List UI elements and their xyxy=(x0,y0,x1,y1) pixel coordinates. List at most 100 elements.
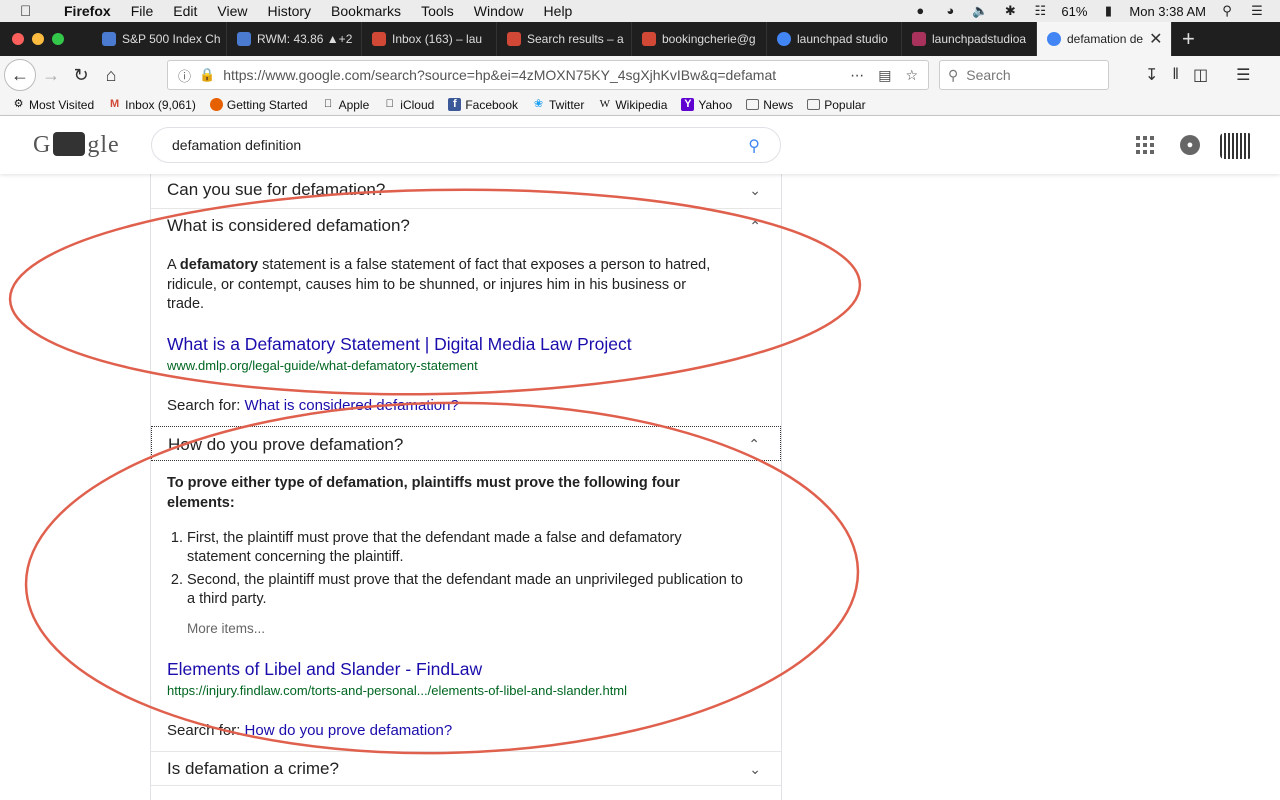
close-window-button[interactable] xyxy=(12,33,24,45)
library-icon[interactable]: ‖ xyxy=(1172,66,1179,84)
tab-inbox[interactable]: Inbox (163) – lau xyxy=(362,22,497,56)
folder-icon xyxy=(746,99,760,110)
minimize-window-button[interactable] xyxy=(32,33,44,45)
secure-lock-icon: 🔒 xyxy=(199,67,216,82)
chevron-up-icon[interactable]: ⌃ xyxy=(748,427,760,462)
creative-cloud-icon[interactable]: ● xyxy=(911,4,929,18)
menu-extras: ● ◕ 🔈 ✱ ☷ 61% ▮ Mon 3:38 AM ⚲ ☰ xyxy=(911,0,1280,22)
clock[interactable]: Mon 3:38 AM xyxy=(1129,4,1206,19)
menu-history[interactable]: History xyxy=(257,3,321,19)
search-icon: ⚲ xyxy=(948,66,959,83)
google-search-input[interactable]: defamation definition ⚲ xyxy=(151,127,781,163)
menu-view[interactable]: View xyxy=(207,3,257,19)
result-url: https://injury.findlaw.com/torts-and-per… xyxy=(167,683,628,698)
bookmark-label: Twitter xyxy=(549,97,585,112)
google-doodle-logo[interactable]: Ggle xyxy=(33,132,120,159)
time-machine-icon[interactable]: ◕ xyxy=(941,4,959,18)
chevron-down-icon[interactable]: ⌄ xyxy=(749,174,761,208)
question-defamation-crime[interactable]: Is defamation a crime? ⌄ xyxy=(151,751,781,785)
app-menu[interactable]: Firefox xyxy=(54,3,121,19)
bookmark-label: Facebook xyxy=(465,97,519,112)
bookmark-label: News xyxy=(763,97,794,112)
bookmark-star-icon[interactable]: ☆ xyxy=(905,67,918,84)
back-button[interactable]: ← xyxy=(4,59,36,91)
tab-launchpad-studio[interactable]: launchpad studio xyxy=(767,22,902,56)
tab-defamation[interactable]: defamation de ✕ xyxy=(1037,22,1172,56)
tab-label: Inbox (163) – lau xyxy=(392,32,483,46)
browser-search-field[interactable]: ⚲ Search xyxy=(939,60,1109,90)
tab-label: bookingcherie@g xyxy=(662,32,756,46)
wikipedia-icon: W xyxy=(599,98,611,110)
bookmark-apple[interactable]: Apple xyxy=(322,98,369,112)
bookmark-twitter[interactable]: ❀ Twitter xyxy=(532,98,584,112)
zoom-window-button[interactable] xyxy=(52,33,64,45)
home-button[interactable]: ⌂ xyxy=(96,60,126,90)
menu-tools[interactable]: Tools xyxy=(411,3,464,19)
bookmark-news[interactable]: News xyxy=(746,98,793,112)
tab-launchpadstudioa[interactable]: launchpadstudioa xyxy=(902,22,1037,56)
menu-edit[interactable]: Edit xyxy=(163,3,207,19)
downloads-icon[interactable]: ↧ xyxy=(1145,65,1158,85)
hamburger-menu-icon[interactable]: ☰ xyxy=(1236,65,1250,85)
result-link-dmlp[interactable]: What is a Defamatory Statement | Digital… xyxy=(167,334,632,355)
apple-menu-icon[interactable]:  xyxy=(20,3,36,20)
sidebar-icon[interactable]: ◫ xyxy=(1193,65,1208,85)
wifi-icon[interactable]: ☷ xyxy=(1031,4,1049,18)
reload-button[interactable]: ↻ xyxy=(66,60,96,90)
bookmark-wikipedia[interactable]: W Wikipedia xyxy=(598,98,668,112)
menu-help[interactable]: Help xyxy=(534,3,583,19)
tab-rwm[interactable]: RWM: 43.86 ▲+2 xyxy=(227,22,362,56)
menu-bookmarks[interactable]: Bookmarks xyxy=(321,3,411,19)
google-favicon-icon xyxy=(777,32,791,46)
tab-sp500[interactable]: S&P 500 Index Ch xyxy=(92,22,227,56)
tab-booking[interactable]: bookingcherie@g xyxy=(632,22,767,56)
bookmark-popular[interactable]: Popular xyxy=(807,98,866,112)
search-icon[interactable]: ⚲ xyxy=(748,136,760,156)
page-actions-icon[interactable]: ⋯ xyxy=(850,67,864,84)
question-prove-defamation[interactable]: How do you prove defamation? ⌃ xyxy=(151,426,781,461)
menu-window[interactable]: Window xyxy=(464,3,534,19)
question-considered-defamation[interactable]: What is considered defamation? ⌃ xyxy=(151,208,781,242)
bluetooth-icon[interactable]: ✱ xyxy=(1001,4,1019,18)
toolbar-right: ↧ ‖ ◫ ☰ xyxy=(1145,60,1250,90)
tab-search-results[interactable]: Search results – a xyxy=(497,22,632,56)
url-text[interactable]: https://www.google.com/search?source=hp&… xyxy=(223,67,842,83)
bookmark-icloud[interactable]:  iCloud xyxy=(383,98,435,112)
notifications-bell-icon[interactable]: ● xyxy=(1180,135,1200,155)
bookmark-facebook[interactable]: f Facebook xyxy=(448,98,518,112)
bookmark-most-visited[interactable]: ⚙ Most Visited xyxy=(12,97,95,112)
logo-text-left: G xyxy=(33,132,52,158)
battery-percent: 61% xyxy=(1061,3,1088,19)
search-for-link[interactable]: How do you prove defamation? xyxy=(245,722,453,739)
account-avatar[interactable] xyxy=(1220,133,1252,159)
bookmark-getting-started[interactable]: Getting Started xyxy=(209,98,308,112)
answer-bold-text: To prove either type of defamation, plai… xyxy=(167,475,680,511)
battery-icon[interactable]: ▮ xyxy=(1099,4,1117,18)
volume-icon[interactable]: 🔈 xyxy=(971,4,989,18)
forward-button[interactable]: → xyxy=(36,60,66,90)
search-for-link[interactable]: What is considered defamation? xyxy=(245,397,459,414)
new-tab-button[interactable]: + xyxy=(1182,26,1195,52)
info-icon[interactable]: ⓘ xyxy=(178,66,191,85)
notification-center-icon[interactable]: ☰ xyxy=(1248,4,1266,18)
tab-label: Search results – a xyxy=(527,32,624,46)
chevron-down-icon[interactable]: ⌄ xyxy=(749,752,761,786)
close-tab-icon[interactable]: ✕ xyxy=(1149,29,1162,49)
address-bar[interactable]: ⓘ 🔒 https://www.google.com/search?source… xyxy=(167,60,929,90)
question-next-partial[interactable] xyxy=(151,785,781,800)
bookmark-inbox[interactable]: M Inbox (9,061) xyxy=(108,98,196,112)
question-sue-for-defamation[interactable]: Can you sue for defamation? ⌄ xyxy=(151,174,781,206)
answer-snippet: A defamatory statement is a false statem… xyxy=(167,256,727,315)
menu-file[interactable]: File xyxy=(121,3,164,19)
search-query-text[interactable]: defamation definition xyxy=(172,137,301,153)
result-link-findlaw[interactable]: Elements of Libel and Slander - FindLaw xyxy=(167,659,482,680)
pocket-icon[interactable]: ▤ xyxy=(878,67,891,84)
bookmarks-toolbar: ⚙ Most Visited M Inbox (9,061) Getting Sta… xyxy=(0,94,1280,116)
logo-text-right: gle xyxy=(87,132,120,158)
bookmark-yahoo[interactable]: Y Yahoo xyxy=(681,98,732,112)
spotlight-icon[interactable]: ⚲ xyxy=(1218,4,1236,18)
more-items-link[interactable]: More items... xyxy=(187,621,265,636)
apps-grid-icon[interactable] xyxy=(1136,136,1154,154)
bookmark-label: Most Visited xyxy=(29,97,95,112)
chevron-up-icon[interactable]: ⌃ xyxy=(749,209,761,243)
